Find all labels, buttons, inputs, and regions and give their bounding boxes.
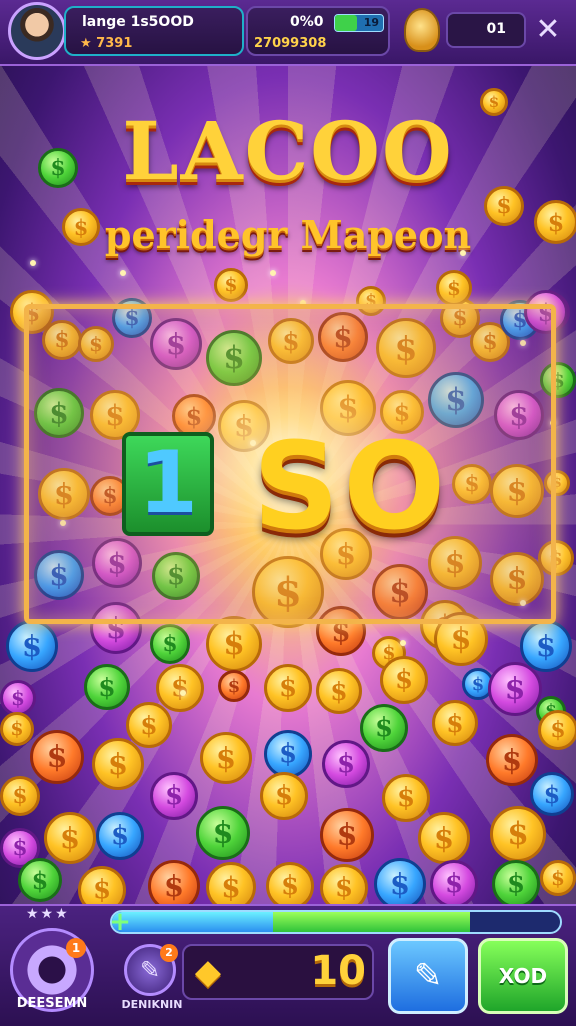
coin-icon: $ — [156, 664, 204, 712]
coin-icon: $ — [196, 806, 250, 860]
sparkle-icon — [460, 250, 466, 256]
coin-icon: $ — [264, 730, 312, 778]
coin-icon: $ — [486, 734, 538, 786]
coin-icon: $ — [30, 730, 84, 784]
coin-icon: $ — [484, 186, 524, 226]
coin-icon: $ — [322, 740, 370, 788]
plus-icon[interactable]: + — [106, 908, 134, 936]
sparkle-icon — [30, 260, 36, 266]
sparkle-icon — [270, 270, 276, 276]
energy-value: 19 — [363, 16, 379, 29]
coin-icon: $ — [44, 812, 96, 864]
coin-icon: $ — [62, 208, 100, 246]
rating-stars: ★★★ — [26, 906, 70, 922]
coin-icon: $ — [432, 700, 478, 746]
coin-icon: $ — [18, 858, 62, 902]
coin-panel: 0%0 19 27099308 — [246, 6, 390, 56]
player-panel: lange 1s5OOD ★ 7391 — [64, 6, 244, 56]
coin-icon: $ — [0, 776, 40, 816]
reward-value: SO — [252, 418, 450, 557]
coin-icon: $ — [380, 656, 428, 704]
coin-icon: $ — [538, 710, 576, 750]
coin-icon: $ — [430, 860, 478, 908]
player-stars: ★ 7391 — [80, 36, 133, 51]
coin-total: 27099308 — [254, 36, 327, 51]
coin-icon: $ — [84, 664, 130, 710]
coin-icon: $ — [488, 662, 542, 716]
coin-icon: $ — [126, 702, 172, 748]
coin-icon: $ — [436, 270, 472, 306]
avatar-icon[interactable] — [8, 2, 66, 60]
coin-icon: $ — [150, 624, 190, 664]
coin-icon: $ — [206, 616, 262, 672]
energy-bar: 19 — [334, 14, 384, 32]
trophy-icon[interactable] — [404, 8, 440, 52]
player-name: lange 1s5OOD — [82, 14, 194, 30]
coin-percent: 0%0 — [290, 14, 324, 30]
sparkle-icon — [400, 640, 406, 646]
coin-icon: $ — [38, 148, 78, 188]
coin-icon: $ — [540, 860, 576, 896]
progress-fill-green — [273, 912, 471, 932]
action-button[interactable]: XOD — [478, 938, 568, 1014]
game-title: LACOO — [122, 104, 454, 198]
boost-label: DENIKNIN — [121, 998, 183, 1011]
coin-icon: $ — [534, 200, 576, 244]
coin-icon: $ — [360, 704, 408, 752]
coin-icon: $ — [200, 732, 252, 784]
coin-icon: $ — [92, 738, 144, 790]
gear-label: DEESEMN — [16, 996, 88, 1011]
progress-fill-blue — [112, 912, 274, 932]
coin-icon: $ — [96, 812, 144, 860]
coin-icon: $ — [382, 774, 430, 822]
coin-icon: $ — [0, 712, 34, 746]
coin-icon: $ — [530, 772, 574, 816]
coin-icon: $ — [520, 620, 572, 672]
score-value: 10 — [310, 948, 366, 994]
eraser-icon: ✎ — [413, 956, 443, 996]
eraser-button[interactable]: ✎ — [388, 938, 468, 1014]
sparkle-icon — [120, 270, 126, 276]
coin-icon: $ — [218, 670, 250, 702]
coin-icon: $ — [418, 812, 470, 864]
coin-icon: $ — [264, 664, 312, 712]
level-progress-bar — [110, 910, 562, 934]
coin-icon: $ — [320, 808, 374, 862]
reward-multiplier: 1 — [122, 432, 214, 536]
coin-icon: $ — [6, 620, 58, 672]
boost-badge: 2 — [160, 944, 178, 962]
diamond-icon: ◆ — [194, 952, 222, 992]
coin-icon: $ — [374, 858, 426, 910]
coin-icon: $ — [480, 88, 508, 116]
coin-icon: $ — [0, 680, 36, 716]
coin-icon: $ — [316, 668, 362, 714]
coin-icon: $ — [150, 772, 198, 820]
coin-icon: $ — [260, 772, 308, 820]
coin-icon: $ — [490, 806, 546, 862]
coin-icon: $ — [266, 862, 314, 910]
coin-icon: $ — [214, 268, 248, 302]
gems-panel: 01 — [446, 12, 526, 48]
gems-value: 01 — [486, 21, 506, 37]
coin-icon: $ — [492, 860, 540, 908]
energy-fill — [335, 15, 357, 31]
sparkle-icon — [180, 690, 186, 696]
close-button[interactable]: ✕ — [530, 10, 566, 50]
gear-badge: 1 — [66, 938, 86, 958]
